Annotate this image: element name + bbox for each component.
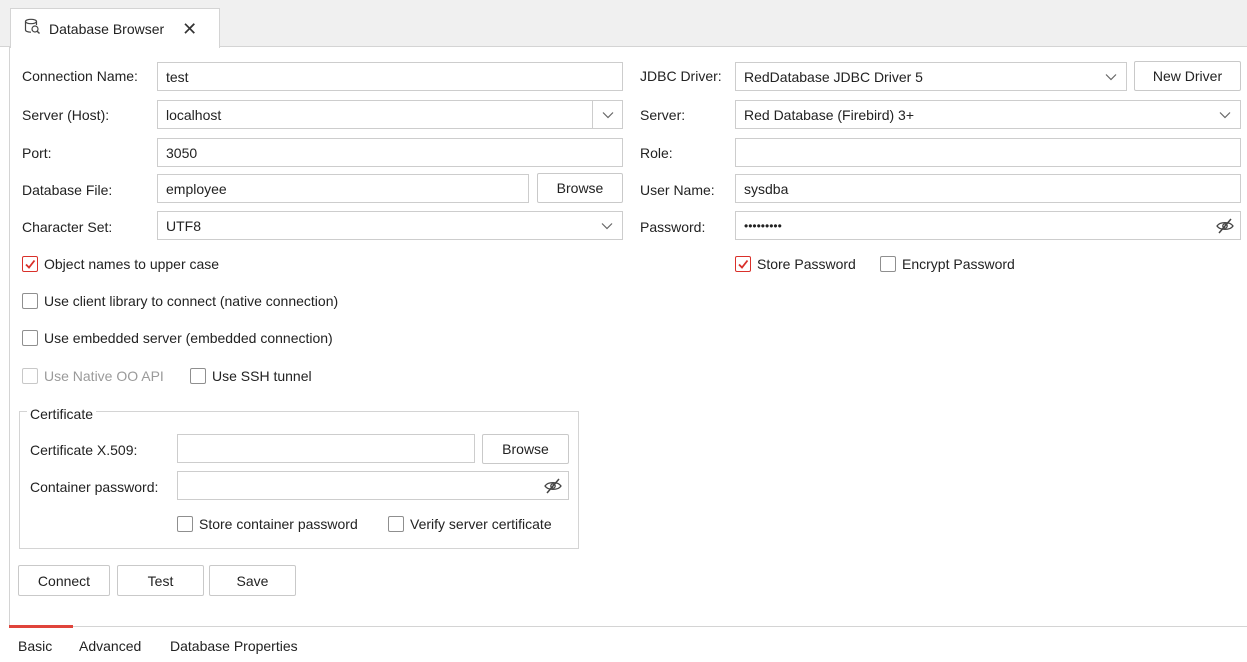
container-password-input[interactable] <box>177 471 569 500</box>
user-name-label: User Name: <box>640 182 715 198</box>
chevron-down-icon[interactable] <box>1096 63 1126 90</box>
port-value: 3050 <box>166 144 198 161</box>
certificate-x509-label: Certificate X.509: <box>30 442 138 458</box>
store-password-label: Store Password <box>757 256 856 272</box>
chevron-down-icon[interactable] <box>1210 101 1240 128</box>
checkbox-icon[interactable] <box>388 516 404 532</box>
checkbox-icon[interactable] <box>22 293 38 309</box>
save-button[interactable]: Save <box>209 565 296 596</box>
tab-advanced[interactable]: Advanced <box>79 638 141 654</box>
tab-database-browser[interactable]: Database Browser ✕ <box>10 8 220 48</box>
tab-title: Database Browser <box>49 20 165 37</box>
ssh-tunnel-checkbox[interactable]: Use SSH tunnel <box>190 368 312 384</box>
ssh-tunnel-label: Use SSH tunnel <box>212 368 312 384</box>
tab-basic[interactable]: Basic <box>18 638 52 654</box>
port-label: Port: <box>22 145 52 161</box>
store-password-checkbox[interactable]: Store Password <box>735 256 856 272</box>
server-host-combo[interactable]: localhost <box>157 100 623 129</box>
client-library-label: Use client library to connect (native co… <box>44 293 339 309</box>
checkbox-checked-icon[interactable] <box>22 256 38 272</box>
character-set-label: Character Set: <box>22 219 113 235</box>
password-input[interactable]: ••••••••• <box>735 211 1241 240</box>
verify-server-certificate-checkbox[interactable]: Verify server certificate <box>388 516 552 532</box>
port-input[interactable]: 3050 <box>157 138 623 167</box>
tab-database-properties[interactable]: Database Properties <box>170 638 298 654</box>
checkbox-icon[interactable] <box>880 256 896 272</box>
server-combo[interactable]: Red Database (Firebird) 3+ <box>735 100 1241 129</box>
test-button[interactable]: Test <box>117 565 204 596</box>
chevron-down-icon[interactable] <box>592 101 622 128</box>
client-library-checkbox[interactable]: Use client library to connect (native co… <box>22 293 338 309</box>
certificate-x509-input[interactable] <box>177 434 475 463</box>
checkbox-icon[interactable] <box>22 330 38 346</box>
role-input[interactable] <box>735 138 1241 167</box>
checkbox-icon[interactable] <box>22 368 38 384</box>
eye-hidden-icon[interactable] <box>542 476 564 496</box>
upper-case-label: Object names to upper case <box>44 256 220 272</box>
encrypt-password-label: Encrypt Password <box>902 256 1015 272</box>
jdbc-driver-combo[interactable]: RedDatabase JDBC Driver 5 <box>735 62 1127 91</box>
new-driver-button[interactable]: New Driver <box>1134 61 1241 91</box>
database-file-label: Database File: <box>22 182 113 198</box>
password-label: Password: <box>640 219 706 235</box>
connect-button[interactable]: Connect <box>18 565 110 596</box>
jdbc-driver-label: JDBC Driver: <box>640 68 722 84</box>
close-icon[interactable]: ✕ <box>182 20 197 38</box>
store-container-password-label: Store container password <box>199 516 358 532</box>
eye-hidden-icon[interactable] <box>1214 216 1236 236</box>
bottom-tab-divider <box>9 626 1247 627</box>
character-set-combo[interactable]: UTF8 <box>157 211 623 240</box>
certificate-browse-button[interactable]: Browse <box>482 434 569 464</box>
server-label: Server: <box>640 107 686 123</box>
jdbc-driver-value: RedDatabase JDBC Driver 5 <box>744 68 923 85</box>
server-host-value: localhost <box>166 106 222 123</box>
role-label: Role: <box>640 145 673 161</box>
database-file-input[interactable]: employee <box>157 174 529 203</box>
character-set-value: UTF8 <box>166 217 201 234</box>
upper-case-checkbox[interactable]: Object names to upper case <box>22 256 219 272</box>
server-host-label: Server (Host): <box>22 107 110 123</box>
database-file-browse-button[interactable]: Browse <box>537 173 623 203</box>
server-value: Red Database (Firebird) 3+ <box>744 106 915 123</box>
user-name-input[interactable]: sysdba <box>735 174 1241 203</box>
embedded-label: Use embedded server (embedded connection… <box>44 330 333 346</box>
certificate-group-title: Certificate <box>27 406 97 422</box>
checkbox-checked-icon[interactable] <box>735 256 751 272</box>
embedded-checkbox[interactable]: Use embedded server (embedded connection… <box>22 330 333 346</box>
checkbox-icon[interactable] <box>190 368 206 384</box>
connection-name-label: Connection Name: <box>22 68 138 84</box>
checkbox-icon[interactable] <box>177 516 193 532</box>
encrypt-password-checkbox[interactable]: Encrypt Password <box>880 256 1015 272</box>
connection-name-input[interactable]: test <box>157 62 623 91</box>
password-value: ••••••••• <box>744 218 782 233</box>
verify-server-certificate-label: Verify server certificate <box>410 516 552 532</box>
chevron-down-icon[interactable] <box>592 212 622 239</box>
connection-name-value: test <box>166 68 189 85</box>
database-file-value: employee <box>166 180 227 197</box>
active-tab-indicator <box>9 625 73 628</box>
native-oo-checkbox[interactable]: Use Native OO API <box>22 368 164 384</box>
store-container-password-checkbox[interactable]: Store container password <box>177 516 358 532</box>
panel-border <box>9 47 10 627</box>
user-name-value: sysdba <box>744 180 789 197</box>
container-password-label: Container password: <box>30 479 159 495</box>
database-search-icon <box>23 18 41 39</box>
native-oo-label: Use Native OO API <box>44 368 164 384</box>
